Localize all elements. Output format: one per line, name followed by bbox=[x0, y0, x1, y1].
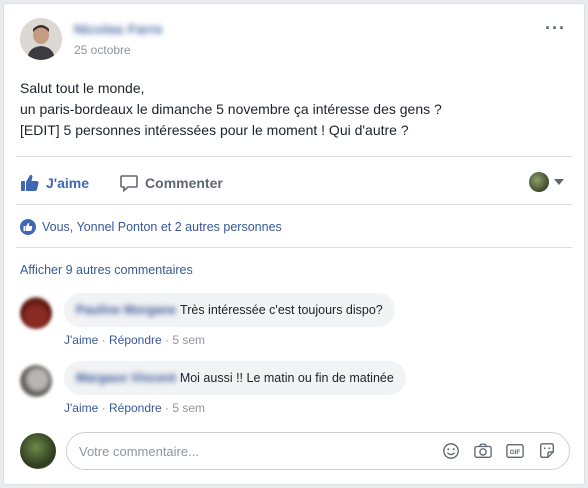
post-header: Nicolas Farre 25 octobre bbox=[20, 18, 163, 60]
comment-bubble-icon bbox=[120, 175, 138, 193]
comment-box[interactable]: GIF bbox=[66, 432, 570, 470]
comment-item: Pauline Morgane Très intéressée c'est to… bbox=[20, 293, 395, 347]
comment-like-link[interactable]: J'aime bbox=[64, 401, 98, 415]
gif-icon[interactable]: GIF bbox=[503, 439, 527, 463]
svg-text:GIF: GIF bbox=[510, 449, 521, 456]
post-card: Nicolas Farre 25 octobre ··· Salut tout … bbox=[3, 3, 585, 485]
separator: · bbox=[98, 401, 109, 415]
commenter-name[interactable]: Pauline Morgane bbox=[76, 302, 176, 318]
author-avatar[interactable] bbox=[20, 18, 62, 60]
reactions-text: Vous, Yonnel Ponton et 2 autres personne… bbox=[42, 220, 282, 234]
commenter-avatar[interactable] bbox=[20, 365, 52, 397]
emoji-icon[interactable] bbox=[439, 439, 463, 463]
view-more-comments-link[interactable]: Afficher 9 autres commentaires bbox=[20, 263, 193, 277]
action-bar: J'aime Commenter bbox=[20, 168, 570, 198]
post-date[interactable]: 25 octobre bbox=[74, 43, 163, 57]
comment-button[interactable]: Commenter bbox=[119, 173, 223, 193]
comment-item: Margaux Vincent Moi aussi !! Le matin ou… bbox=[20, 361, 406, 415]
chevron-down-icon bbox=[554, 179, 564, 185]
comment-reply-link[interactable]: Répondre bbox=[109, 401, 162, 415]
camera-icon[interactable] bbox=[471, 439, 495, 463]
separator: · bbox=[161, 401, 173, 415]
comment-label: Commenter bbox=[145, 175, 223, 191]
reactions-summary[interactable]: Vous, Yonnel Ponton et 2 autres personne… bbox=[20, 219, 282, 235]
post-meta: Nicolas Farre 25 octobre bbox=[74, 21, 163, 57]
comment-input[interactable] bbox=[79, 443, 431, 459]
comment-text: Très intéressée c'est toujours dispo? bbox=[180, 303, 383, 317]
comment-actions: J'aime · Répondre · 5 sem bbox=[64, 401, 406, 415]
more-options-icon[interactable]: ··· bbox=[545, 18, 566, 39]
comment-time[interactable]: 5 sem bbox=[172, 401, 205, 415]
divider bbox=[16, 156, 572, 157]
comment-composer: GIF bbox=[20, 432, 570, 470]
comment-text: Moi aussi !! Le matin ou fin de matinée bbox=[179, 371, 394, 385]
author-name[interactable]: Nicolas Farre bbox=[74, 21, 163, 39]
comment-bubble: Margaux Vincent Moi aussi !! Le matin ou… bbox=[64, 361, 406, 395]
sticker-icon[interactable] bbox=[535, 439, 559, 463]
divider bbox=[16, 204, 572, 205]
like-label: J'aime bbox=[46, 175, 90, 191]
post-line: un paris-bordeaux le dimanche 5 novembre… bbox=[20, 101, 442, 117]
comment-like-link[interactable]: J'aime bbox=[64, 333, 98, 347]
comment-reply-link[interactable]: Répondre bbox=[109, 333, 162, 347]
divider bbox=[16, 247, 572, 248]
post-as-selector[interactable] bbox=[529, 172, 564, 192]
like-button[interactable]: J'aime bbox=[20, 173, 89, 193]
comment-body: Margaux Vincent Moi aussi !! Le matin ou… bbox=[64, 361, 406, 415]
current-user-avatar bbox=[20, 433, 56, 469]
post-line: Salut tout le monde, bbox=[20, 80, 145, 96]
comment-bubble: Pauline Morgane Très intéressée c'est to… bbox=[64, 293, 395, 327]
commenter-avatar[interactable] bbox=[20, 297, 52, 329]
comment-body: Pauline Morgane Très intéressée c'est to… bbox=[64, 293, 395, 347]
commenter-name[interactable]: Margaux Vincent bbox=[76, 370, 176, 386]
post-as-avatar bbox=[529, 172, 549, 192]
like-thumb-icon bbox=[21, 174, 39, 191]
comment-time[interactable]: 5 sem bbox=[172, 333, 205, 347]
post-line: [EDIT] 5 personnes intéressées pour le m… bbox=[20, 122, 409, 138]
separator: · bbox=[98, 333, 109, 347]
comment-actions: J'aime · Répondre · 5 sem bbox=[64, 333, 395, 347]
separator: · bbox=[161, 333, 173, 347]
like-reaction-icon bbox=[20, 219, 36, 235]
post-text: Salut tout le monde, un paris-bordeaux l… bbox=[20, 78, 570, 141]
